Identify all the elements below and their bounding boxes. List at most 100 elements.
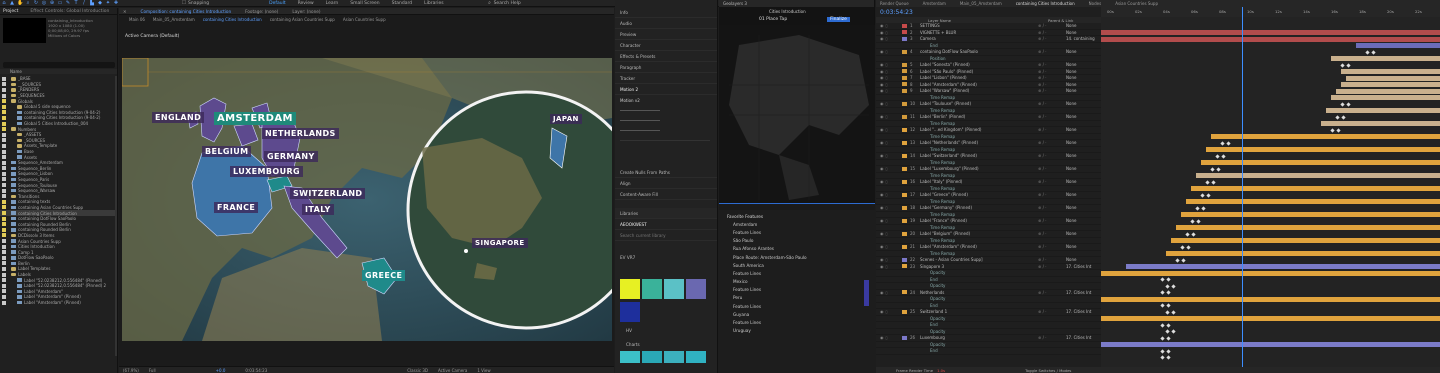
keyframe[interactable] [1226,140,1231,146]
layer-name[interactable]: Time Remap [920,134,1038,139]
layer-switches[interactable]: ⊕ / · [1038,218,1066,223]
layer-name[interactable]: Luxembourg [920,335,1038,340]
library-group-2[interactable]: HV [626,328,632,333]
breadcrumb-item[interactable]: containing Asian Countries Supp [270,17,335,22]
parent-dropdown[interactable]: None [1066,205,1106,210]
layer-name[interactable]: Time Remap [920,238,1038,243]
visibility-icon[interactable]: ◉ ◌ [876,244,902,249]
create-nulls-panel[interactable]: Create Nulls From Paths [615,167,717,178]
geolayers-tab[interactable]: Geolayers 3 [723,1,747,6]
label-color-swatch[interactable] [2,272,6,277]
layer-duration-bar[interactable] [1336,88,1440,94]
layer-switches[interactable]: ⊕ / · [1038,82,1066,87]
label-color-swatch[interactable] [2,177,6,182]
layer-label-color[interactable] [902,284,907,288]
panel-preview[interactable]: Preview [615,29,717,40]
keyframe[interactable] [1216,166,1221,172]
rotate-tool-icon[interactable]: ↻ [33,0,39,6]
label-italy[interactable]: ITALY [302,204,334,215]
label-singapore[interactable]: SINGAPORE [472,238,528,248]
layer-duration-bar[interactable] [1346,75,1440,81]
footage-tab[interactable]: Footage: (none) [245,9,278,14]
visibility-icon[interactable]: ◉ ◌ [876,309,902,314]
layer-duration-bar[interactable] [1201,160,1440,165]
keyframe[interactable] [1330,127,1335,133]
layer-switches[interactable]: ⊕ / · [1038,192,1066,197]
parent-dropdown[interactable]: None [1066,101,1106,106]
workspace-small-screen[interactable]: Small Screen [350,1,379,6]
keyframe[interactable] [1200,192,1205,198]
feature-item[interactable]: South America [719,261,875,269]
layer-label-color[interactable] [902,192,907,197]
label-color-swatch[interactable] [2,294,6,299]
label-color-swatch[interactable] [2,227,6,232]
parent-dropdown[interactable]: None [1066,127,1106,132]
keyframe[interactable] [1336,127,1341,133]
visibility-icon[interactable]: ◉ ◌ [876,140,902,145]
panel-effects-presets[interactable]: Effects & Presets [615,51,717,62]
label-color-swatch[interactable] [2,143,6,148]
keyframe[interactable] [1185,231,1190,237]
visibility-icon[interactable]: ◉ ◌ [876,75,902,80]
feature-item[interactable]: Place Route: Amsterdam-São Paulo [719,253,875,261]
parent-dropdown[interactable]: None [1066,179,1106,184]
favorite-features-header[interactable]: Favorite Features [719,212,875,220]
timeline-tab[interactable]: Asian Countries Supp [1115,1,1158,6]
layer-label-color[interactable] [902,297,907,301]
layer-duration-bar[interactable] [1126,264,1440,269]
keyframe[interactable] [1166,322,1171,328]
parent-dropdown[interactable]: None [1066,69,1106,74]
label-color-swatch[interactable] [2,104,6,109]
layer-name[interactable]: VIGNETTE + BLUR [920,30,1038,35]
label-france[interactable]: FRANCE [214,202,259,213]
layer-switches[interactable]: ⊕ / · [1038,140,1066,145]
layer-label-color[interactable] [902,56,907,60]
layer-switches[interactable]: ⊕ / · [1038,127,1066,132]
layer-label-color[interactable] [902,186,907,190]
layer-label-color[interactable] [902,101,907,106]
keyframe[interactable] [1365,49,1370,55]
type-tool-icon[interactable]: T [73,0,79,6]
feature-item[interactable]: Feature Lines [719,228,875,236]
layer-duration-bar[interactable] [1321,121,1440,126]
label-color-swatch[interactable] [2,76,6,81]
layer-label-color[interactable] [902,49,907,54]
puppet-tool-icon[interactable]: ✚ [113,0,119,6]
pan-behind-tool-icon[interactable]: ⊕ [49,0,55,6]
parent-dropdown[interactable]: None [1066,166,1106,171]
layer-label-color[interactable] [902,36,907,41]
layer-switches[interactable]: ⊕ / · [1038,264,1066,269]
keyframe[interactable] [1205,179,1210,185]
layer-label-color[interactable] [902,140,907,145]
layer-label-color[interactable] [902,335,907,340]
label-color-swatch[interactable] [2,255,6,260]
layer-name[interactable]: Opacity [920,283,1038,288]
layer-label-color[interactable] [902,316,907,320]
label-color-swatch[interactable] [2,93,6,98]
layer-label-color[interactable] [902,238,907,242]
visibility-icon[interactable]: ◉ ◌ [876,82,902,87]
timeline-tab[interactable]: Nodes [1089,1,1102,6]
layer-duration-bar[interactable] [1101,316,1440,321]
label-color-swatch[interactable] [2,99,6,104]
layer-switches[interactable]: ⊕ / · [1038,166,1066,171]
keyframe[interactable] [1335,114,1340,120]
layer-name[interactable]: Label "Switzerland" (Pinned) [920,153,1038,158]
layer-label-color[interactable] [902,271,907,275]
close-icon[interactable]: ✕ [123,9,127,14]
panel-audio[interactable]: Audio [615,18,717,29]
breadcrumb-item[interactable]: Asian Countries Supp [343,17,386,22]
layer-duration-bar[interactable] [1326,108,1440,113]
label-color-swatch[interactable] [2,289,6,294]
visibility-icon[interactable]: ◉ ◌ [876,88,902,93]
layer-label-color[interactable] [902,69,907,74]
feature-item[interactable]: Peru [719,294,875,302]
feature-item[interactable]: São Paulo [719,237,875,245]
visibility-icon[interactable]: ◉ ◌ [876,36,902,41]
layer-duration-bar[interactable] [1341,82,1440,87]
label-color-swatch[interactable] [2,205,6,210]
layer-label-color[interactable] [902,349,907,353]
rectangle-tool-icon[interactable]: ▭ [57,0,63,6]
layer-label-color[interactable] [902,342,907,346]
layer-duration-bar[interactable] [1166,251,1440,256]
